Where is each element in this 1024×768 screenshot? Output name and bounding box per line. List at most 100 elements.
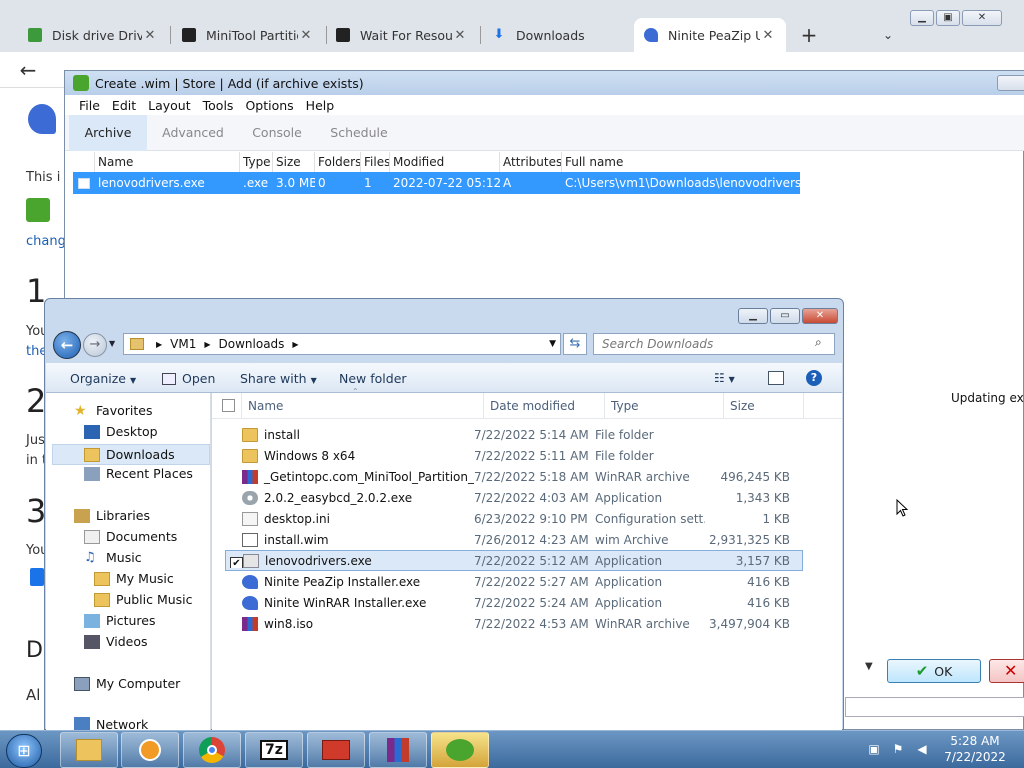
nav-my-music[interactable]: My Music <box>94 571 174 586</box>
column-date-modified[interactable]: Date modified <box>484 393 605 418</box>
column-size[interactable]: Size <box>724 393 804 418</box>
nav-libraries[interactable]: Libraries <box>74 508 150 523</box>
close-icon[interactable]: ✕ <box>298 28 314 43</box>
7zip-taskbar-icon[interactable]: 7z <box>245 732 303 768</box>
start-button[interactable]: ⊞ <box>6 734 42 768</box>
nav-documents[interactable]: Documents <box>84 529 177 544</box>
nav-recent-places[interactable]: Recent Places <box>84 466 193 481</box>
breadcrumb-downloads[interactable]: Downloads <box>219 337 285 351</box>
view-options-icon[interactable]: ☷ ▼ <box>714 371 735 385</box>
list-item[interactable]: install.wim 7/26/2012 4:23 AM wim Archiv… <box>226 529 802 550</box>
list-item[interactable]: 2.0.2_easybcd_2.0.2.exe 7/22/2022 4:03 A… <box>226 487 802 508</box>
close-icon[interactable]: ✕ <box>142 28 158 43</box>
row-checkbox[interactable]: ✔ <box>230 556 243 568</box>
column-name[interactable]: Name <box>95 152 240 172</box>
clock[interactable]: 5:28 AM 7/22/2022 <box>940 733 1010 765</box>
organize-button[interactable]: Organize ▼ <box>70 371 136 386</box>
column-type[interactable]: Type <box>605 393 724 418</box>
list-item[interactable]: win8.iso 7/22/2022 4:53 AM WinRAR archiv… <box>226 613 802 634</box>
tab-advanced[interactable]: Advanced <box>153 115 233 151</box>
address-bar[interactable]: ▶ VM1 ▶ Downloads ▶ ▼ <box>123 333 561 355</box>
column-attributes[interactable]: Attributes <box>500 152 562 172</box>
explorer-taskbar-icon[interactable] <box>60 732 118 768</box>
tab-downloads[interactable]: ⬇ Downloads <box>482 18 632 52</box>
forward-arrow-icon[interactable]: → <box>83 333 107 357</box>
history-dropdown-icon[interactable]: ▼ <box>109 339 115 348</box>
column-modified[interactable]: Modified <box>390 152 500 172</box>
menu-layout[interactable]: Layout <box>148 98 191 113</box>
search-icon[interactable]: ⌕ <box>815 335 822 350</box>
button-fragment[interactable] <box>30 568 44 586</box>
close-icon[interactable]: ✕ <box>760 28 776 43</box>
back-arrow-icon[interactable]: ← <box>53 331 81 359</box>
close-button[interactable]: ✕ <box>962 10 1002 26</box>
table-row[interactable]: lenovodrivers.exe .exe 3.0 MB 0 1 2022-0… <box>73 172 800 194</box>
list-item[interactable]: install 7/22/2022 5:14 AM File folder <box>226 424 802 445</box>
menu-help[interactable]: Help <box>306 98 335 113</box>
peazip-taskbar-icon[interactable] <box>431 732 489 768</box>
new-folder-button[interactable]: New folder <box>339 371 407 386</box>
tab-console[interactable]: Console <box>241 115 313 151</box>
list-item[interactable]: Ninite WinRAR Installer.exe 7/22/2022 5:… <box>226 592 802 613</box>
open-button[interactable]: Open <box>162 371 215 386</box>
menu-file[interactable]: File <box>79 98 100 113</box>
list-item[interactable]: Windows 8 x64 7/22/2022 5:11 AM File fol… <box>226 445 802 466</box>
nav-downloads[interactable]: Downloads <box>52 444 210 465</box>
column-name[interactable]: Name <box>242 393 484 418</box>
search-input[interactable]: Search Downloads <box>593 333 835 355</box>
select-all-checkbox[interactable] <box>222 399 235 412</box>
list-item[interactable]: desktop.ini 6/23/2022 9:10 PM Configurat… <box>226 508 802 529</box>
tab-disk-drive[interactable]: Disk drive Driver ✕ <box>18 18 168 52</box>
tab-archive[interactable]: Archive <box>69 115 147 151</box>
menu-options[interactable]: Options <box>245 98 293 113</box>
nav-favorites[interactable]: ★ Favorites <box>74 403 152 418</box>
tab-minitool[interactable]: MiniTool Partition ✕ <box>172 18 324 52</box>
preview-pane-icon[interactable] <box>768 371 784 385</box>
new-tab-button[interactable]: + <box>798 24 820 46</box>
page-link[interactable]: chang <box>26 234 66 249</box>
close-icon[interactable]: ✕ <box>452 28 468 43</box>
tab-ninite-peazip[interactable]: Ninite PeaZip Un ✕ <box>634 18 786 52</box>
refresh-icon[interactable]: ⇆ <box>563 333 587 355</box>
nav-pictures[interactable]: Pictures <box>84 613 156 628</box>
minimize-button[interactable]: ▁ <box>910 10 934 26</box>
chevron-down-icon[interactable]: ▼ <box>549 339 556 349</box>
ok-button[interactable]: ✔ OK <box>887 659 981 683</box>
list-item[interactable]: Ninite PeaZip Installer.exe 7/22/2022 5:… <box>226 571 802 592</box>
tab-wait-for-resource[interactable]: Wait For Resourc ✕ <box>326 18 478 52</box>
nav-desktop[interactable]: Desktop <box>84 424 158 439</box>
minimize-button[interactable] <box>997 75 1024 91</box>
cancel-button[interactable]: ✕ <box>989 659 1024 683</box>
tab-schedule[interactable]: Schedule <box>321 115 397 151</box>
nav-my-computer[interactable]: My Computer <box>74 676 180 691</box>
breadcrumb-vm1[interactable]: VM1 <box>170 337 196 351</box>
column-type[interactable]: Type <box>240 152 273 172</box>
output-field[interactable] <box>845 697 1024 717</box>
chrome-taskbar-icon[interactable] <box>183 732 241 768</box>
action-center-icon[interactable]: ⚑ <box>890 741 906 757</box>
menu-edit[interactable]: Edit <box>112 98 136 113</box>
column-full-name[interactable]: Full name <box>562 152 800 172</box>
nav-videos[interactable]: Videos <box>84 634 148 649</box>
maximize-button[interactable]: ▣ <box>936 10 960 26</box>
menu-tools[interactable]: Tools <box>203 98 234 113</box>
maximize-button[interactable]: ▭ <box>770 308 800 324</box>
column-folders[interactable]: Folders <box>315 152 361 172</box>
winrar-taskbar-icon[interactable] <box>369 732 427 768</box>
minimize-button[interactable]: ▁ <box>738 308 768 324</box>
network-tray-icon[interactable]: ▣ <box>866 741 882 757</box>
media-taskbar-icon[interactable] <box>121 732 179 768</box>
column-files[interactable]: Files <box>361 152 390 172</box>
nav-public-music[interactable]: Public Music <box>94 592 193 607</box>
list-item[interactable]: _Getintopc.com_MiniTool_Partition_... 7/… <box>226 466 802 487</box>
tab-search-button[interactable]: ⌄ <box>878 24 898 46</box>
nav-network[interactable]: Network <box>74 717 148 731</box>
list-item-selected[interactable]: ✔ lenovodrivers.exe 7/22/2022 5:12 AM App… <box>225 550 803 571</box>
nav-music[interactable]: ♫ Music <box>84 550 142 565</box>
close-button[interactable]: ✕ <box>802 308 838 324</box>
back-arrow-icon[interactable]: ← <box>16 58 40 82</box>
toolbox-taskbar-icon[interactable] <box>307 732 365 768</box>
chevron-down-icon[interactable]: ▼ <box>865 661 879 672</box>
volume-icon[interactable]: ◀ <box>914 741 930 757</box>
help-icon[interactable]: ? <box>806 370 822 386</box>
